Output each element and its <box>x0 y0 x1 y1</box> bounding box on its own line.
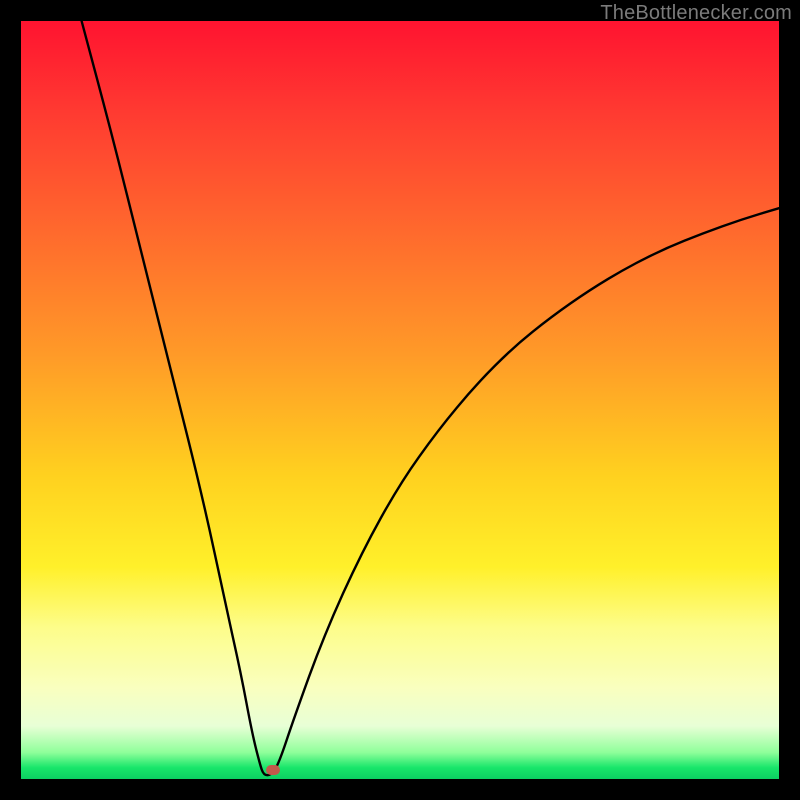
curve-path <box>82 21 779 775</box>
watermark-text: TheBottlenecker.com <box>600 2 792 25</box>
bottleneck-curve <box>21 21 779 779</box>
plot-area <box>21 21 779 779</box>
optimal-point-marker <box>266 765 280 775</box>
chart-frame: TheBottlenecker.com <box>0 0 800 800</box>
